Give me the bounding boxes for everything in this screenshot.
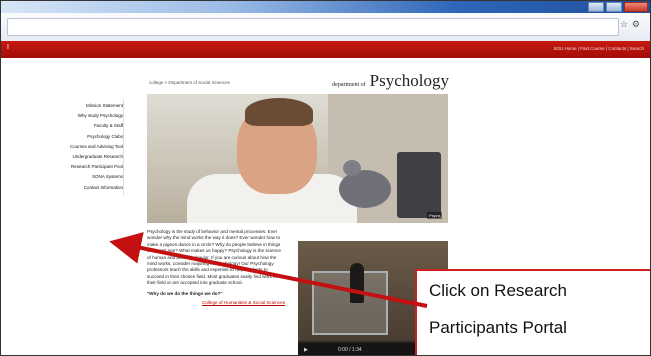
callout-line-2: Participants Portal (429, 318, 567, 337)
sidebar-item-clubs[interactable]: Psychology Clubs (41, 132, 129, 142)
close-button[interactable] (624, 2, 648, 12)
sidebar-item-research[interactable]: Undergraduate Research (41, 152, 129, 162)
minimize-button[interactable] (588, 2, 604, 12)
sidebar-item-participant-pool[interactable]: Research Participant Pool (41, 162, 129, 172)
tools-icon[interactable]: ⚙ (632, 19, 644, 29)
instruction-callout: Click on Research Participants Portal (415, 269, 650, 355)
site-top-links[interactable]: SOU Home | Find Course | Contacts | Sear… (553, 46, 644, 51)
browser-window: ☆⚙ I SOU Home | Find Course | Contacts |… (0, 0, 651, 356)
favorite-star-icon[interactable]: ☆ (620, 19, 632, 29)
hero-photo: Psych (147, 94, 448, 223)
photo-tag: Psych (427, 212, 442, 219)
address-toolbar: ☆⚙ (1, 13, 650, 42)
site-top-bar: I SOU Home | Find Course | Contacts | Se… (1, 41, 650, 58)
video-time: 0:00 / 1:34 (338, 347, 362, 353)
sidebar-divider (123, 99, 124, 195)
sidebar-item-courses[interactable]: Courses and Advising Tool (41, 142, 129, 152)
intro-paragraph: Psychology is the study of behavior and … (147, 229, 281, 286)
play-icon[interactable]: ▶ (304, 347, 308, 353)
sidebar-item-contact[interactable]: Contact Information (41, 183, 129, 193)
callout-line-1: Click on Research (429, 281, 567, 300)
sidebar-item-why-study[interactable]: Why study Psychology (41, 111, 129, 121)
department-prefix: department of (332, 82, 366, 88)
sidebar-nav: Mission Statement Why study Psychology F… (41, 101, 129, 193)
sidebar-item-sona[interactable]: SONA Systems (41, 172, 129, 182)
pigeon (339, 170, 391, 208)
intro-question: "Why do we do the things we do?" (147, 290, 223, 296)
site-bar-label: I (7, 44, 9, 51)
intro-text: Psychology is the study of behavior and … (147, 229, 285, 306)
window-title-bar (1, 1, 650, 13)
department-title: department of Psychology (332, 71, 449, 91)
breadcrumb[interactable]: college > Department of Social Sciences (149, 80, 230, 85)
department-name: Psychology (369, 71, 449, 90)
college-link[interactable]: College of Humanities & Social Sciences (147, 300, 285, 306)
address-input[interactable] (7, 18, 619, 36)
sidebar-item-mission[interactable]: Mission Statement (41, 101, 129, 111)
sidebar-item-faculty[interactable]: Faculty & Staff (41, 121, 129, 131)
maximize-button[interactable] (606, 2, 622, 12)
toolbar-icons: ☆⚙ (620, 19, 644, 30)
page-header: college > Department of Social Sciences … (149, 71, 449, 91)
window-controls (588, 2, 648, 12)
